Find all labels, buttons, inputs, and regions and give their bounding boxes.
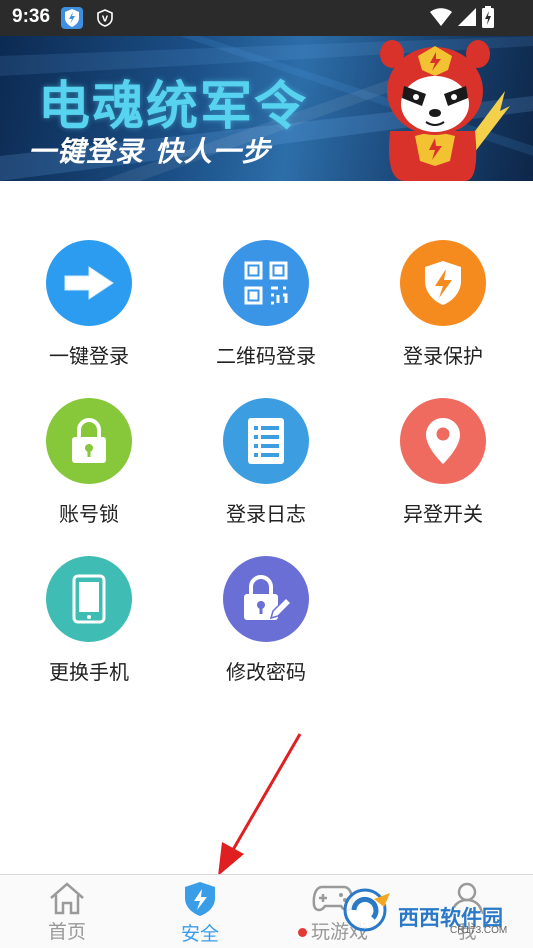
grid-label: 修改密码 <box>226 660 306 684</box>
shield-lightning-icon <box>400 240 486 326</box>
nav-item-home[interactable]: 首页 <box>2 881 132 944</box>
grid-label: 二维码登录 <box>216 344 316 368</box>
phone-icon <box>46 556 132 642</box>
qr-code-icon <box>223 240 309 326</box>
svg-text:V: V <box>102 15 109 24</box>
home-icon <box>50 882 84 915</box>
grid-label: 一键登录 <box>49 344 129 368</box>
nav-label: 安全 <box>180 923 219 945</box>
wifi-icon <box>430 8 452 26</box>
banner-title: 电魂统军令 <box>38 77 309 137</box>
arrow-right-icon <box>46 240 132 326</box>
grid-item-qr-login[interactable]: 二维码登录 <box>181 240 351 380</box>
shield-icon <box>185 882 215 916</box>
promo-banner[interactable]: 电魂统军令 一键登录 快人一步 <box>0 36 533 181</box>
location-pin-icon <box>400 398 486 484</box>
panda-mascot-icon <box>380 40 510 181</box>
watermark-site: CR173.COM <box>450 925 508 936</box>
grid-item-change-password[interactable]: 修改密码 <box>181 556 351 696</box>
shield-notification-icon: V <box>97 9 113 27</box>
new-badge-dot <box>297 928 307 937</box>
grid-item-account-lock[interactable]: 账号锁 <box>4 398 174 538</box>
nav-item-security[interactable]: 安全 <box>135 881 265 946</box>
grid-label: 异登开关 <box>403 502 483 526</box>
grid-item-login-log[interactable]: 登录日志 <box>181 398 351 538</box>
grid-label: 登录保护 <box>403 344 483 368</box>
status-icons <box>429 6 495 28</box>
banner-subtitle: 一键登录 快人一步 <box>28 135 271 168</box>
status-time: 9:36 <box>12 6 51 27</box>
padlock-icon <box>46 398 132 484</box>
grid-item-login-protection[interactable]: 登录保护 <box>358 240 528 380</box>
nav-label: 首页 <box>47 921 86 943</box>
grid-label: 登录日志 <box>226 502 306 526</box>
signal-icon <box>458 8 476 26</box>
grid-item-abnormal-login-switch[interactable]: 异登开关 <box>358 398 528 538</box>
annotation-arrow-icon <box>218 733 302 876</box>
grid-label: 更换手机 <box>49 660 129 684</box>
app-notification-icon <box>61 7 83 29</box>
lock-pencil-icon <box>223 556 309 642</box>
grid-item-change-phone[interactable]: 更换手机 <box>4 556 174 696</box>
log-list-icon <box>223 398 309 484</box>
grid-label: 账号锁 <box>59 502 119 526</box>
battery-charging-icon <box>482 6 494 28</box>
grid-item-one-click-login[interactable]: 一键登录 <box>4 240 174 380</box>
status-bar: 9:36 V <box>0 0 533 36</box>
